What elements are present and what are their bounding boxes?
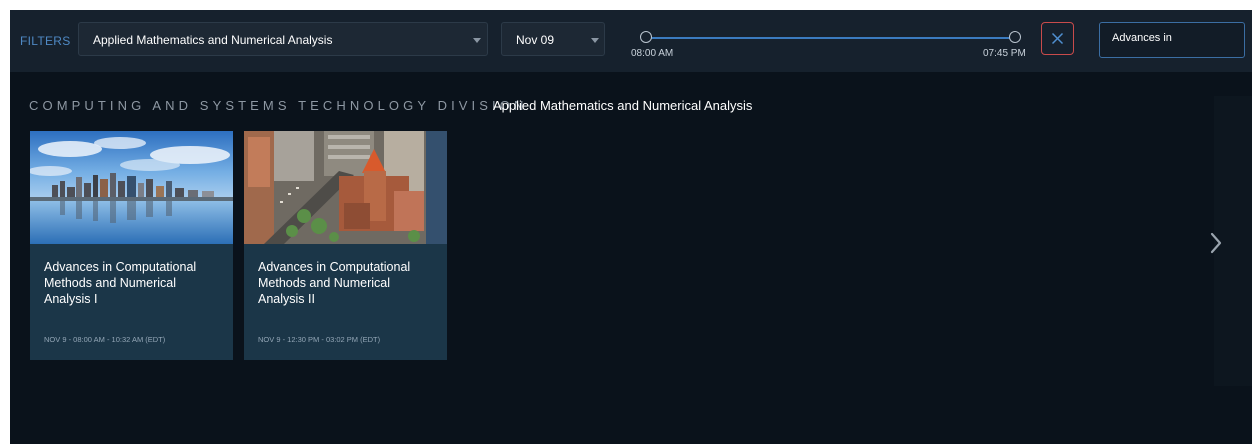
- track-select[interactable]: Applied Mathematics and Numerical Analys…: [78, 22, 488, 56]
- date-select-value: Nov 09: [516, 33, 555, 47]
- time-range-end-label: 07:45 PM: [983, 48, 1026, 59]
- caret-down-icon: [591, 38, 599, 43]
- search-field[interactable]: [1099, 22, 1245, 58]
- session-card[interactable]: Advances in Computational Methods and Nu…: [244, 131, 447, 360]
- copley-square-aerial-photo: [244, 131, 447, 244]
- time-range-start-handle[interactable]: [640, 31, 652, 43]
- app-window: FILTERS Applied Mathematics and Numerica…: [10, 10, 1252, 444]
- filters-label: FILTERS: [20, 34, 71, 48]
- clear-filters-button[interactable]: [1041, 22, 1074, 55]
- close-icon: [1051, 32, 1064, 45]
- search-input[interactable]: [1112, 32, 1237, 44]
- time-range-track[interactable]: [646, 37, 1015, 39]
- date-select[interactable]: Nov 09: [501, 22, 605, 56]
- session-title: Advances in Computational Methods and Nu…: [44, 260, 197, 306]
- time-range-end-handle[interactable]: [1009, 31, 1021, 43]
- session-time: NOV 9 - 12:30 PM - 03:02 PM (EDT): [258, 335, 381, 344]
- track-heading: Applied Mathematics and Numerical Analys…: [493, 98, 753, 113]
- caret-down-icon: [473, 38, 481, 43]
- session-time: NOV 9 - 08:00 AM - 10:32 AM (EDT): [44, 335, 166, 344]
- chevron-right-icon[interactable]: [1206, 230, 1226, 256]
- track-select-value: Applied Mathematics and Numerical Analys…: [93, 33, 333, 47]
- session-title: Advances in Computational Methods and Nu…: [258, 260, 411, 306]
- boston-skyline-photo: [30, 131, 233, 244]
- filter-bar: FILTERS Applied Mathematics and Numerica…: [10, 10, 1252, 72]
- division-heading: COMPUTING AND SYSTEMS TECHNOLOGY DIVISIO…: [29, 98, 528, 113]
- time-range-start-label: 08:00 AM: [631, 48, 674, 59]
- session-card[interactable]: Advances in Computational Methods and Nu…: [30, 131, 233, 360]
